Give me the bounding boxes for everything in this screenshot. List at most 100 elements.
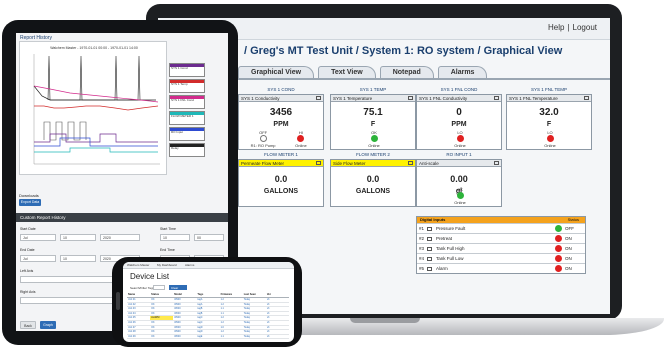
tab-graphical-view[interactable]: Graphical View [238,66,315,78]
start-day-select[interactable]: 10 [60,234,96,241]
edit-icon[interactable] [427,256,432,261]
start-minute-select[interactable]: 00 [194,234,224,241]
phone-screen: Walchem Master My Dashboard Alarms Devic… [123,262,294,342]
table-cell: W600 [174,311,181,315]
status-indicator: OFF R1: RO Pump [249,130,277,148]
nav-my-dashboard[interactable]: My Dashboard [157,263,177,267]
phone-nav-bar: Walchem Master My Dashboard Alarms [123,262,294,269]
card-caption: SYS 1 FNL COND [440,87,478,92]
end-month-select[interactable]: Jul [20,255,56,262]
nav-walchem-master[interactable]: Walchem Master [127,263,149,267]
legend-item: FLOW METER 1 [169,111,205,125]
help-link[interactable]: Help [545,23,567,32]
column-header[interactable]: Status [150,293,173,297]
view-tabs: Graphical View Text View Notepad Alarms [238,66,491,78]
status-light-icon [456,135,464,142]
start-month-select[interactable]: Jul [20,234,56,241]
right-axis-select[interactable] [20,297,124,304]
table-cell: 1.1 [220,307,224,311]
table-cell: tagC [197,320,203,324]
edit-icon[interactable] [427,226,432,231]
table-cell: OK [151,302,155,306]
left-axis-select[interactable] [20,276,124,283]
table-cell: Today [243,334,251,338]
table-cell: v3 [266,325,270,329]
back-button[interactable]: Back [20,321,36,329]
edit-icon[interactable] [408,161,413,165]
status-light-icon [555,225,562,232]
column-header[interactable]: Ver [266,293,289,297]
table-cell: v3 [266,298,270,301]
edit-icon[interactable] [316,161,321,165]
digital-input-row: #2 Pretreat ON [417,233,585,243]
status-text: ON [565,246,572,251]
start-date-label: Start Date [20,227,36,231]
history-chart: Walchem Master - 1970-01-01 00:00 - 1970… [19,41,167,175]
table-cell: tagB [197,307,203,311]
table-cell: OK [151,330,155,334]
digital-input-row: #5 Alarm ON [417,263,585,273]
input-label: Tank Full Low [436,256,464,261]
sensor-card: FLOW METER 2 Side Flow Meter 0.0 GALLONS [330,152,416,207]
legend-label: SYS 1 Cond [171,66,188,70]
card-value: 75.1 [363,107,383,118]
tab-notepad[interactable]: Notepad [379,66,434,78]
legend-label: FLOW METER 1 [171,114,194,118]
filter-label: Search/Filter Tags: [130,286,155,290]
indicator-sublabel: Online [454,143,466,148]
table-cell: Unit 09 [128,334,136,338]
logout-link[interactable]: Logout [570,23,600,32]
export-data-button[interactable]: Export Data [19,199,41,206]
edit-icon[interactable] [494,161,499,165]
indicator-sublabel: Online [368,143,380,148]
table-row[interactable]: Unit 09 OK W600 tagE 1.1 Today v3 [127,335,289,340]
table-cell: OK [151,320,155,324]
column-header[interactable]: Name [127,293,150,297]
column-header[interactable]: Firmware [220,293,243,297]
end-day-select[interactable]: 10 [60,255,96,262]
end-time-label: End Time [160,248,175,252]
filter-input[interactable] [153,285,165,290]
card-caption: FLOW METER 1 [264,152,298,157]
left-axis-label: Left Axis [20,269,34,273]
status-text: ON [565,236,572,241]
start-year-select[interactable]: 2020 [100,234,140,241]
legend-label: SYS 1 Temp [171,82,188,86]
status-light-icon [259,135,267,142]
edit-icon[interactable] [427,236,432,241]
table-cell: tagA [197,298,203,301]
start-hour-select[interactable]: 10 [160,234,190,241]
tab-alarms[interactable]: Alarms [437,66,488,78]
edit-icon[interactable] [408,96,413,100]
sensor-card: SYS 1 COND SYS 1 Conductivity 3456 PPM OFF R1… [238,87,324,150]
nav-alarms[interactable]: Alarms [185,263,194,267]
edit-icon[interactable] [584,96,589,100]
edit-icon[interactable] [494,96,499,100]
device-list-title: Device List [130,272,170,281]
legend-item: SYS 1 Temp [169,79,205,93]
card-caption: SYS 1 TEMP [359,87,387,92]
table-cell: W900 [174,316,181,320]
sensor-card: FLOW METER 1 Permeate Flow Meter 0.0 GALLON… [238,152,324,207]
edit-icon[interactable] [316,96,321,100]
input-number: #4 [419,256,425,261]
downloads-label: Downloads [19,193,39,198]
table-cell: Today [243,325,251,329]
column-header[interactable]: Model [173,293,196,297]
series-teal-line [34,147,158,153]
status-light-icon [456,192,464,199]
tab-text-view[interactable]: Text View [318,66,376,78]
card-header-label: SYS 1 FNL Temperature [509,96,558,101]
card-header: Permeate Flow Meter [239,160,323,167]
edit-icon[interactable] [427,246,432,251]
device-table: Name Status Model Tags Firmware Last Seen Ver … [127,293,289,340]
table-cell: Unit 04 [128,311,136,315]
edit-icon[interactable] [427,266,432,271]
table-cell: tagB [197,311,203,315]
clear-filters-button[interactable]: Clear Filters [169,285,187,294]
card-header: SYS 1 Conductivity [239,95,323,102]
column-header[interactable]: Tags [196,293,219,297]
graph-button[interactable]: Graph [40,321,56,329]
card-header-label: Side Flow Meter [333,161,366,166]
column-header[interactable]: Last Seen [243,293,266,297]
